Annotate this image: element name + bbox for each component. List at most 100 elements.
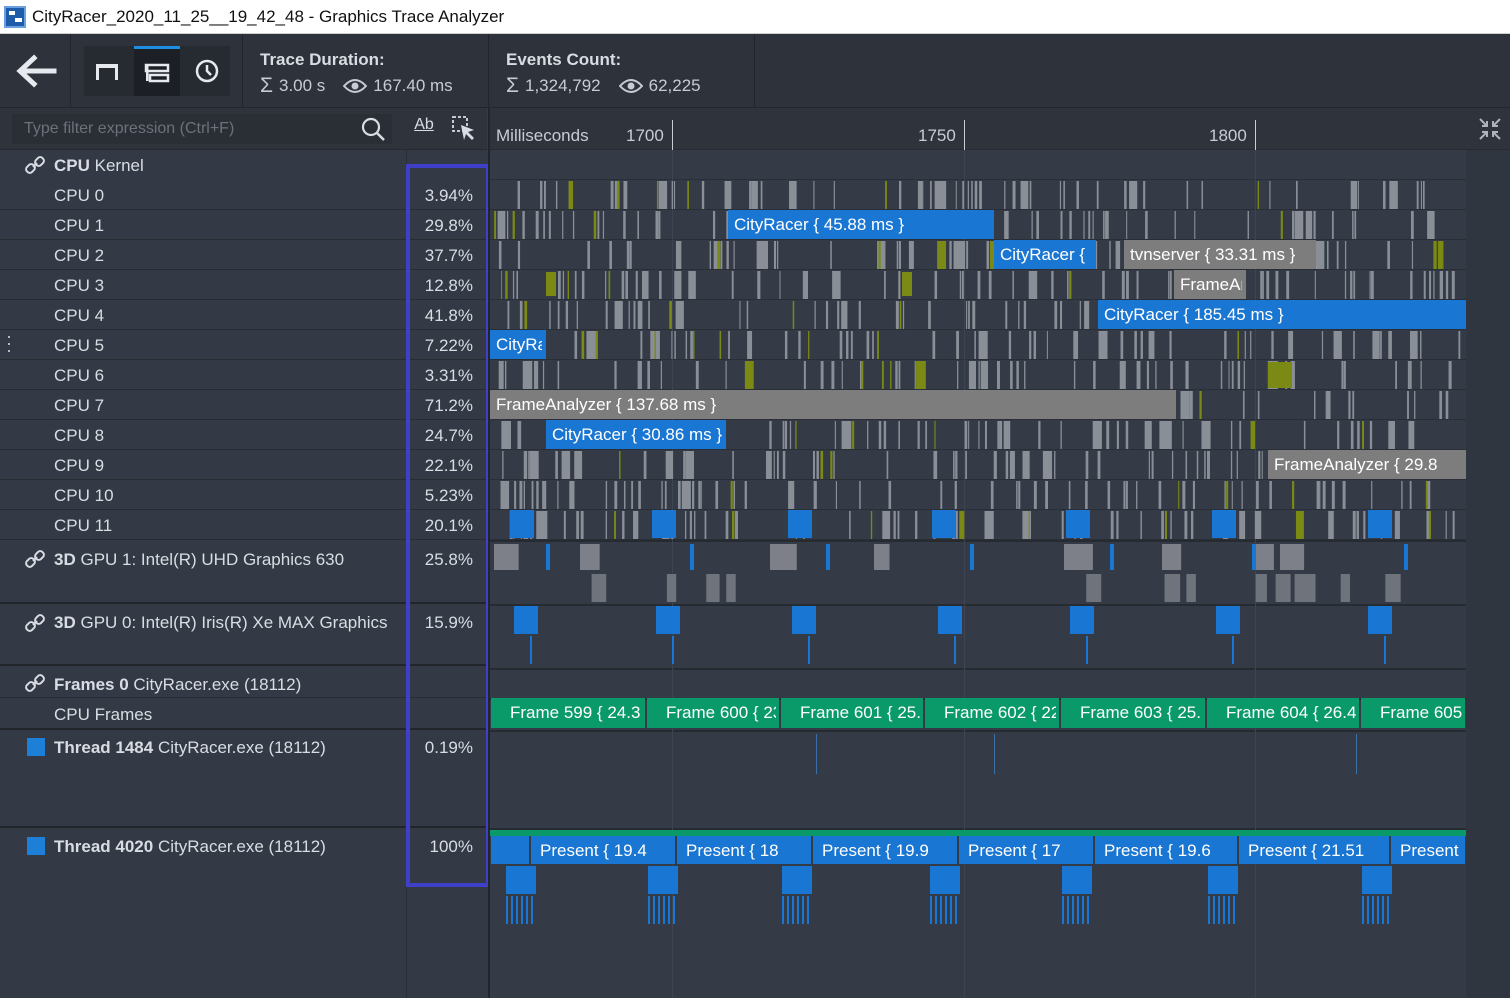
- activity-tick[interactable]: [666, 451, 674, 479]
- activity-tick[interactable]: [543, 211, 545, 239]
- activity-tick[interactable]: [934, 181, 938, 209]
- activity-tick[interactable]: [1083, 211, 1085, 239]
- call-block[interactable]: [668, 896, 670, 924]
- activity-tick[interactable]: [519, 301, 523, 329]
- activity-tick[interactable]: [563, 511, 566, 539]
- activity-tick[interactable]: [833, 451, 835, 479]
- activity-tick[interactable]: [832, 271, 841, 299]
- activity-tick[interactable]: [1288, 331, 1294, 359]
- cpu-event-bar[interactable]: [788, 510, 812, 538]
- activity-tick[interactable]: [614, 481, 618, 509]
- activity-tick[interactable]: [1224, 481, 1226, 509]
- activity-tick[interactable]: [593, 211, 597, 239]
- gpu-packet[interactable]: [514, 606, 538, 634]
- activity-tick[interactable]: [897, 511, 900, 539]
- activity-tick[interactable]: [638, 481, 641, 509]
- activity-tick[interactable]: [751, 181, 756, 209]
- activity-tick[interactable]: [859, 481, 861, 509]
- cpu-event-bar[interactable]: [932, 510, 956, 538]
- activity-tick[interactable]: [1060, 301, 1063, 329]
- cpu-event-bar[interactable]: [1368, 510, 1392, 538]
- call-block[interactable]: [526, 896, 528, 924]
- activity-tick[interactable]: [1243, 361, 1245, 389]
- activity-tick[interactable]: [1133, 181, 1137, 209]
- activity-tick[interactable]: [562, 271, 565, 299]
- gpu-packet[interactable]: [580, 544, 600, 570]
- activity-tick[interactable]: [813, 481, 817, 509]
- activity-tick[interactable]: [1092, 211, 1094, 239]
- activity-tick[interactable]: [1343, 361, 1346, 389]
- activity-tick[interactable]: [1372, 331, 1380, 359]
- activity-tick[interactable]: [802, 271, 809, 299]
- activity-tick[interactable]: [996, 361, 1000, 389]
- activity-tick[interactable]: [1429, 211, 1435, 239]
- activity-tick[interactable]: [784, 331, 788, 359]
- activity-tick[interactable]: [735, 511, 739, 539]
- activity-tick[interactable]: [765, 451, 772, 479]
- activity-tick[interactable]: [505, 271, 508, 299]
- activity-tick[interactable]: [614, 301, 623, 329]
- activity-tick[interactable]: [572, 481, 575, 509]
- activity-tick[interactable]: [664, 481, 667, 509]
- activity-tick[interactable]: [1407, 391, 1409, 419]
- activity-tick[interactable]: [605, 481, 608, 509]
- activity-tick[interactable]: [841, 361, 843, 389]
- activity-tick[interactable]: [934, 421, 936, 449]
- activity-tick[interactable]: [835, 481, 837, 509]
- activity-tick[interactable]: [968, 421, 970, 449]
- activity-block[interactable]: [1268, 362, 1292, 388]
- activity-tick[interactable]: [988, 271, 992, 299]
- activity-tick[interactable]: [895, 361, 898, 389]
- gpu-packet[interactable]: [591, 574, 607, 602]
- activity-tick[interactable]: [777, 241, 779, 269]
- activity-tick[interactable]: [580, 511, 584, 539]
- activity-tick[interactable]: [1024, 361, 1026, 389]
- activity-tick[interactable]: [507, 301, 510, 329]
- activity-tick[interactable]: [788, 481, 795, 509]
- activity-tick[interactable]: [605, 301, 608, 329]
- activity-tick[interactable]: [1097, 451, 1101, 479]
- activity-tick[interactable]: [1103, 211, 1105, 239]
- cpu-track-label[interactable]: CPU 10 5.23%: [0, 480, 487, 510]
- activity-tick[interactable]: [640, 331, 643, 359]
- activity-tick[interactable]: [954, 481, 957, 509]
- activity-tick[interactable]: [671, 181, 674, 209]
- gpu-packet[interactable]: [1232, 636, 1234, 664]
- activity-tick[interactable]: [1300, 211, 1304, 239]
- activity-tick[interactable]: [641, 271, 649, 299]
- activity-tick[interactable]: [812, 451, 815, 479]
- activity-tick[interactable]: [934, 451, 938, 479]
- activity-tick[interactable]: [504, 361, 507, 389]
- activity-tick[interactable]: [922, 181, 924, 209]
- activity-tick[interactable]: [1315, 241, 1325, 269]
- activity-tick[interactable]: [1369, 421, 1373, 449]
- activity-tick[interactable]: [1341, 361, 1344, 389]
- activity-tick[interactable]: [1199, 391, 1202, 419]
- activity-tick[interactable]: [555, 451, 558, 479]
- activity-tick[interactable]: [1425, 481, 1428, 509]
- activity-tick[interactable]: [567, 271, 569, 299]
- activity-tick[interactable]: [757, 271, 760, 299]
- activity-tick[interactable]: [1169, 271, 1172, 299]
- activity-tick[interactable]: [681, 481, 691, 509]
- activity-tick[interactable]: [726, 241, 729, 269]
- activity-tick[interactable]: [886, 451, 889, 479]
- activity-tick[interactable]: [725, 361, 727, 389]
- call-block[interactable]: [1208, 866, 1238, 894]
- gpu-packet[interactable]: [1404, 544, 1408, 570]
- activity-tick[interactable]: [749, 181, 752, 209]
- activity-tick[interactable]: [1085, 451, 1089, 479]
- activity-tick[interactable]: [925, 421, 928, 449]
- activity-block[interactable]: [546, 272, 556, 296]
- activity-tick[interactable]: [557, 361, 560, 389]
- activity-tick[interactable]: [859, 361, 862, 389]
- gpu-packet[interactable]: [1110, 544, 1114, 570]
- gpu-packet[interactable]: [726, 574, 736, 602]
- activity-tick[interactable]: [544, 511, 548, 539]
- activity-tick[interactable]: [1046, 331, 1048, 359]
- activity-tick[interactable]: [1305, 211, 1313, 239]
- activity-tick[interactable]: [930, 181, 932, 209]
- activity-tick[interactable]: [830, 451, 833, 479]
- activity-tick[interactable]: [878, 421, 882, 449]
- activity-tick[interactable]: [625, 181, 628, 209]
